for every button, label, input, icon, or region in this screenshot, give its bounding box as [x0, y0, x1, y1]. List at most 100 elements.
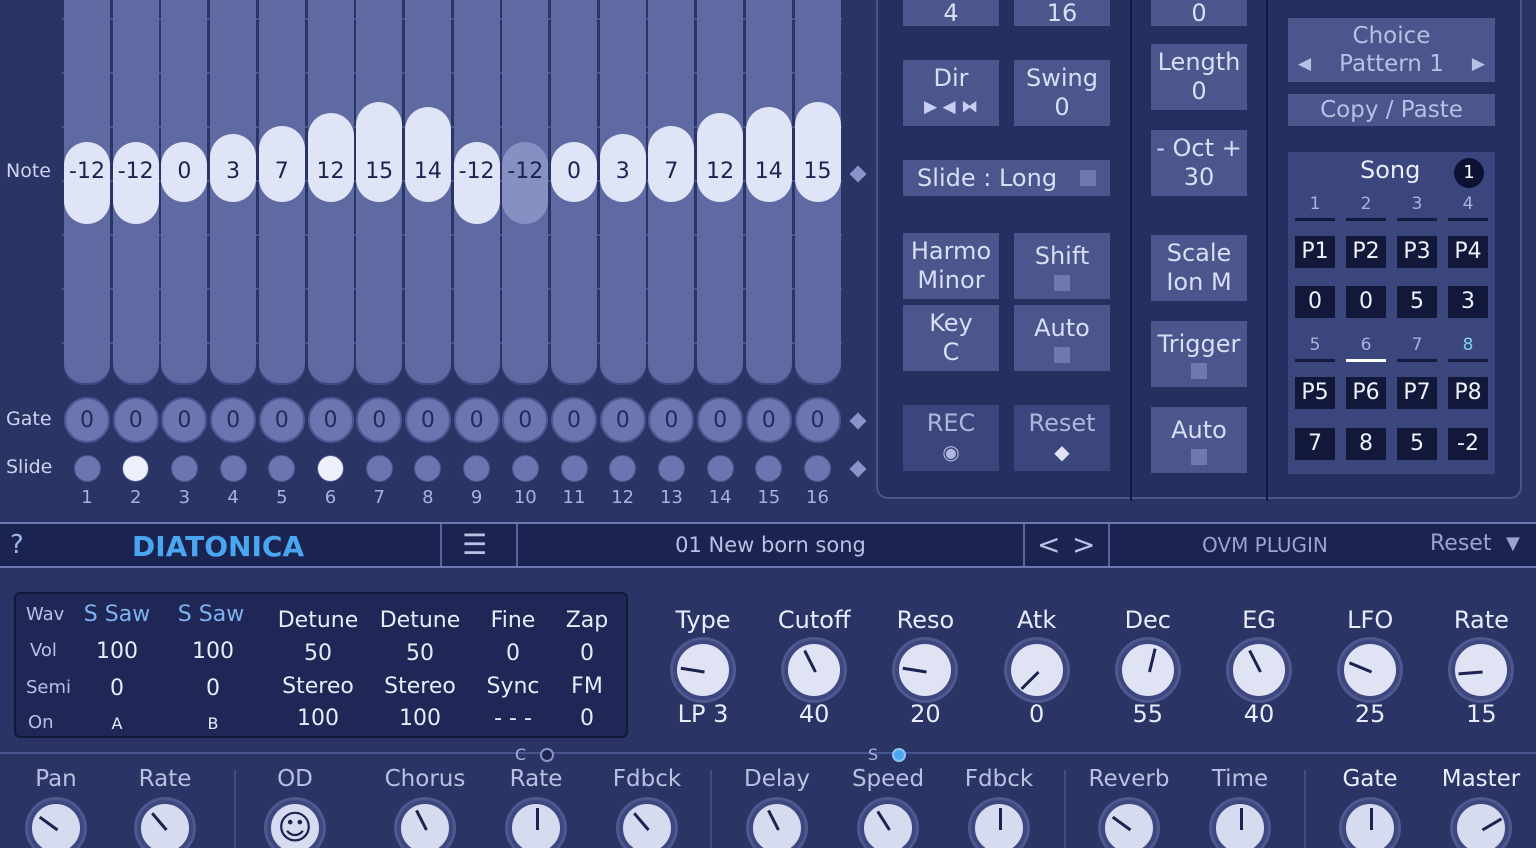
note-step[interactable]: 15 — [356, 102, 403, 202]
gate-step[interactable]: 0 — [404, 397, 451, 443]
song-pattern-cell[interactable]: P4 — [1448, 236, 1488, 268]
slide-step[interactable] — [73, 455, 101, 482]
gate-step[interactable]: 0 — [112, 397, 159, 443]
fx-knob[interactable] — [28, 800, 84, 848]
note-step[interactable]: 7 — [258, 126, 305, 202]
detune2-value[interactable]: 50 — [374, 641, 466, 666]
dropdown-arrow-icon[interactable]: ▼ — [1506, 533, 1520, 554]
song-transpose-cell[interactable]: 0 — [1295, 286, 1335, 318]
stereo1-value[interactable]: 100 — [272, 706, 364, 731]
gate-step[interactable]: 0 — [453, 397, 500, 443]
slide-step[interactable] — [365, 455, 393, 482]
gate-step[interactable]: 0 — [648, 397, 695, 443]
slide-step[interactable] — [219, 455, 247, 482]
auto-checkbox[interactable] — [1054, 346, 1070, 363]
next-pattern-icon[interactable]: ▶ — [1472, 50, 1485, 78]
gate-step[interactable]: 0 — [161, 397, 208, 443]
gate-step[interactable]: 0 — [697, 397, 744, 443]
slide-step[interactable] — [122, 455, 150, 482]
osc-b-wave[interactable]: S Saw — [174, 602, 248, 627]
fx-knob[interactable] — [137, 800, 193, 848]
zap-value[interactable]: 0 — [556, 641, 618, 666]
octave-control[interactable]: - Oct + 30 — [1151, 130, 1247, 196]
song-transpose-cell[interactable]: 3 — [1448, 286, 1488, 318]
slide-step[interactable] — [560, 455, 588, 482]
song-pattern-cell[interactable]: P1 — [1295, 236, 1335, 268]
synth-knob[interactable] — [1340, 640, 1401, 700]
osc-b-vol[interactable]: 100 — [180, 639, 246, 664]
auto-toggle[interactable]: Auto — [1014, 305, 1110, 371]
slide-mode-control[interactable]: Slide : Long — [903, 160, 1110, 196]
auto2-toggle[interactable]: Auto — [1151, 407, 1247, 473]
speed-sync-toggle[interactable] — [892, 748, 906, 762]
pattern-choice[interactable]: Choice ◀ Pattern 1 ▶ — [1288, 18, 1495, 82]
scale-control[interactable]: Scale Ion M — [1151, 235, 1247, 301]
synth-knob[interactable] — [1229, 640, 1289, 700]
osc-a-semi[interactable]: 0 — [84, 676, 150, 701]
osc-b-on[interactable]: B — [180, 714, 246, 733]
fx-knob[interactable] — [749, 800, 805, 848]
gate-step[interactable]: 0 — [307, 397, 354, 443]
slide-diamond-icon[interactable] — [849, 460, 867, 478]
reset-preset-button[interactable]: Reset — [1430, 531, 1491, 556]
note-step[interactable]: 14 — [745, 106, 792, 202]
slide-step[interactable] — [706, 455, 734, 482]
osc-a-vol[interactable]: 100 — [84, 639, 150, 664]
slide-step[interactable] — [511, 455, 539, 482]
song-transpose-cell[interactable]: 5 — [1397, 428, 1437, 460]
note-step[interactable]: -12 — [502, 142, 549, 225]
rec-button[interactable]: REC ◉ — [903, 405, 999, 471]
reset-seq-button[interactable]: Reset ◆ — [1014, 405, 1110, 471]
note-step[interactable]: 7 — [648, 126, 695, 202]
note-step[interactable]: 0 — [161, 142, 208, 202]
note-step[interactable]: 12 — [307, 113, 354, 202]
fx-knob[interactable] — [860, 800, 916, 848]
fx-knob[interactable] — [971, 800, 1027, 848]
overdrive-knob[interactable]: ☺ — [267, 800, 323, 848]
song-transpose-cell[interactable]: 7 — [1295, 428, 1335, 460]
slide-step[interactable] — [657, 455, 685, 482]
copy-paste-button[interactable]: Copy / Paste — [1288, 94, 1495, 126]
song-pattern-cell[interactable]: P8 — [1448, 377, 1488, 409]
gate-diamond-icon[interactable] — [849, 412, 867, 430]
gate-step[interactable]: 0 — [210, 397, 257, 443]
slide-step[interactable] — [755, 455, 783, 482]
fx-knob[interactable] — [1453, 800, 1509, 848]
length-steps-value[interactable]: 16 — [1014, 0, 1110, 27]
synth-knob[interactable] — [1006, 640, 1067, 700]
offset-value[interactable]: 0 — [1151, 0, 1247, 27]
note-step[interactable]: -12 — [453, 142, 500, 225]
slide-step[interactable] — [414, 455, 442, 482]
trigger-toggle[interactable]: Trigger — [1151, 321, 1247, 387]
trigger-checkbox[interactable] — [1191, 362, 1207, 379]
gate-step[interactable]: 0 — [745, 397, 792, 443]
synth-knob[interactable] — [1117, 640, 1178, 700]
gate-step[interactable]: 0 — [599, 397, 646, 443]
slide-step[interactable] — [463, 455, 491, 482]
preset-name[interactable]: 01 New born song — [518, 533, 1023, 557]
slide-step[interactable] — [317, 455, 344, 482]
synth-knob[interactable] — [895, 640, 956, 700]
prev-pattern-icon[interactable]: ◀ — [1298, 50, 1311, 78]
slide-step[interactable] — [609, 455, 637, 482]
note-step[interactable]: -12 — [112, 142, 159, 225]
osc-a-on[interactable]: A — [84, 714, 150, 733]
fx-knob[interactable] — [1342, 800, 1398, 848]
fx-knob[interactable] — [619, 800, 675, 848]
song-transpose-cell[interactable]: 5 — [1397, 286, 1437, 318]
song-transpose-cell[interactable]: 8 — [1346, 428, 1386, 460]
gate-step[interactable]: 0 — [64, 397, 110, 443]
gate-step[interactable]: 0 — [551, 397, 597, 443]
synth-knob[interactable] — [1451, 640, 1512, 700]
slide-step[interactable] — [268, 455, 296, 482]
note-step[interactable]: 0 — [551, 142, 597, 202]
fx-knob[interactable] — [508, 800, 564, 848]
osc-a-wave[interactable]: S Saw — [80, 602, 154, 627]
song-pattern-cell[interactable]: P7 — [1397, 377, 1437, 409]
steps-value[interactable]: 4 — [903, 0, 999, 27]
song-pattern-cell[interactable]: P3 — [1397, 236, 1437, 268]
shift-toggle[interactable]: Shift — [1014, 233, 1110, 299]
slide-mode-checkbox[interactable] — [1079, 170, 1096, 186]
song-badge[interactable]: 1 — [1454, 158, 1484, 188]
slide-step[interactable] — [170, 455, 198, 482]
